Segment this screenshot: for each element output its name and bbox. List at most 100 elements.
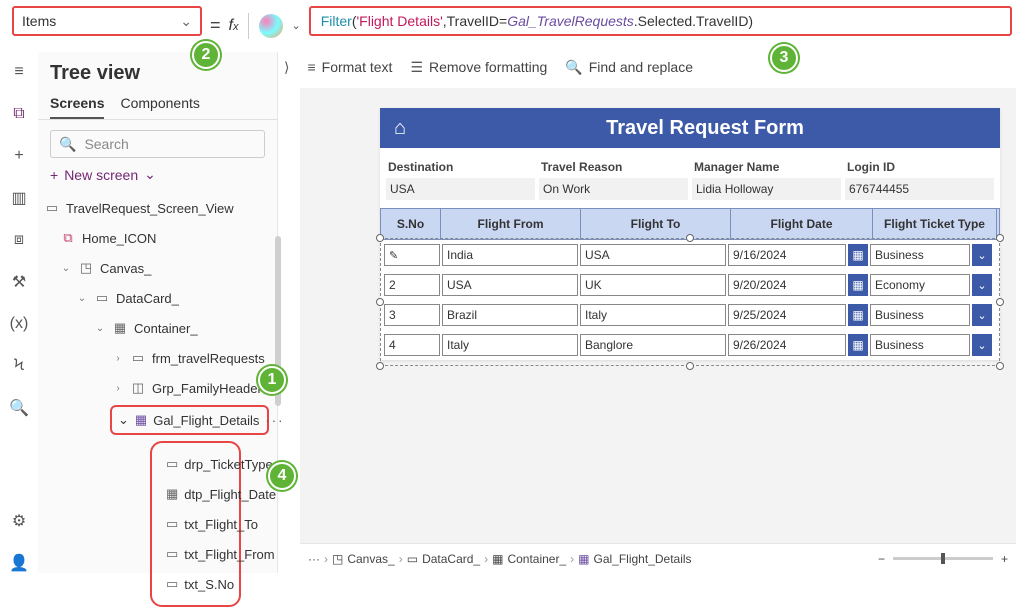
cell-type[interactable]: Business bbox=[870, 304, 970, 326]
tree-node-container[interactable]: ⌄▦Container_ bbox=[38, 313, 277, 343]
cell-from[interactable]: Brazil bbox=[442, 304, 578, 326]
breadcrumb-gallery[interactable]: ▦Gal_Flight_Details bbox=[578, 552, 691, 566]
cell-sno[interactable]: 4 bbox=[384, 334, 440, 356]
tree-search[interactable]: 🔍 Search bbox=[50, 130, 265, 158]
breadcrumb-container[interactable]: ▦Container_ bbox=[492, 552, 566, 566]
resize-handle[interactable] bbox=[376, 362, 384, 370]
calendar-icon[interactable]: ▦ bbox=[848, 304, 868, 326]
cell-sno[interactable]: ✎ bbox=[384, 244, 440, 266]
media-icon[interactable]: ⧈ bbox=[9, 230, 29, 250]
resize-handle[interactable] bbox=[996, 362, 1004, 370]
left-rail: ≡ ⧉ + ▥ ⧈ ⚒ (x) Ϟ 🔍 ⚙ 👤 bbox=[0, 52, 38, 573]
calendar-icon[interactable]: ▦ bbox=[848, 244, 868, 266]
find-replace-button[interactable]: 🔍Find and replace bbox=[565, 59, 693, 76]
fx-icon[interactable]: fx bbox=[229, 17, 239, 35]
textinput-icon: ▭ bbox=[166, 546, 178, 562]
tab-screens[interactable]: Screens bbox=[50, 95, 104, 119]
cell-from[interactable]: USA bbox=[442, 274, 578, 296]
tree-node-screen[interactable]: ▭TravelRequest_Screen_View bbox=[38, 193, 277, 223]
cell-from[interactable]: Italy bbox=[442, 334, 578, 356]
tree-node-form[interactable]: ›▭frm_travelRequests bbox=[38, 343, 277, 373]
chevron-down-icon[interactable]: ⌄ bbox=[972, 274, 992, 296]
advanced-tools-icon[interactable]: Ϟ bbox=[9, 356, 29, 376]
power-automate-icon[interactable]: ⚒ bbox=[9, 272, 29, 292]
cell-sno[interactable]: 3 bbox=[384, 304, 440, 326]
chevron-down-icon[interactable]: ⌄ bbox=[972, 244, 992, 266]
field-label-reason: Travel Reason bbox=[539, 156, 688, 178]
home-icon[interactable]: ⌂ bbox=[394, 117, 406, 140]
table-row[interactable]: 4ItalyBanglore9/26/2024▦Business⌄ bbox=[380, 330, 1000, 360]
calendar-icon[interactable]: ▦ bbox=[848, 274, 868, 296]
cell-date[interactable]: 9/16/2024 bbox=[728, 244, 846, 266]
table-row[interactable]: 3BrazilItaly9/25/2024▦Business⌄ bbox=[380, 300, 1000, 330]
design-canvas[interactable]: ⌂ Travel Request Form DestinationUSA Tra… bbox=[300, 88, 1016, 543]
search-nav-icon[interactable]: 🔍 bbox=[9, 398, 29, 418]
tree-node-canvas[interactable]: ⌄◳Canvas_ bbox=[38, 253, 277, 283]
chevron-down-icon[interactable]: ⌄ bbox=[291, 19, 300, 32]
formula-fn: Filter bbox=[321, 13, 352, 29]
cell-date[interactable]: 9/26/2024 bbox=[728, 334, 846, 356]
menu-icon[interactable]: ≡ bbox=[9, 62, 29, 82]
variables-icon[interactable]: (x) bbox=[9, 314, 29, 334]
cell-date[interactable]: 9/25/2024 bbox=[728, 304, 846, 326]
cell-to[interactable]: UK bbox=[580, 274, 726, 296]
more-icon[interactable]: ··· bbox=[308, 552, 320, 566]
zoom-in-icon[interactable]: + bbox=[1001, 552, 1008, 566]
add-icon[interactable]: + bbox=[9, 146, 29, 166]
chevron-down-icon[interactable]: ⌄ bbox=[972, 304, 992, 326]
zoom-slider[interactable] bbox=[893, 557, 993, 560]
property-selector[interactable]: Items ⌄ bbox=[12, 6, 202, 36]
chevron-right-icon: › bbox=[324, 552, 328, 566]
tree-node-datacard[interactable]: ⌄▭DataCard_ bbox=[38, 283, 277, 313]
more-icon[interactable]: ··· bbox=[265, 413, 284, 428]
tree-node-textinput-from[interactable]: ▭txt_Flight_From bbox=[152, 539, 239, 569]
tree-node-datepicker[interactable]: ▦dtp_Flight_Date bbox=[152, 479, 239, 509]
tree-panel: Tree view Screens Components 🔍 Search + … bbox=[38, 52, 278, 573]
cell-type[interactable]: Business bbox=[870, 244, 970, 266]
cell-date[interactable]: 9/20/2024 bbox=[728, 274, 846, 296]
data-icon[interactable]: ▥ bbox=[9, 188, 29, 208]
chevron-down-icon[interactable]: ⌄ bbox=[972, 334, 992, 356]
cell-sno[interactable]: 2 bbox=[384, 274, 440, 296]
tree-node-gallery-selected[interactable]: ⌄ ▦ Gal_Flight_Details ··· bbox=[110, 405, 269, 435]
tree-node-dropdown[interactable]: ▭drp_TicketType bbox=[152, 449, 239, 479]
cell-type[interactable]: Economy bbox=[870, 274, 970, 296]
cell-to[interactable]: Banglore bbox=[580, 334, 726, 356]
form-icon: ▭ bbox=[130, 350, 146, 366]
gallery-icon: ▦ bbox=[578, 552, 589, 566]
ask-icon[interactable]: 👤 bbox=[9, 553, 29, 573]
format-text-button[interactable]: ≡Format text bbox=[307, 59, 392, 75]
new-screen-button[interactable]: + New screen ⌄ bbox=[50, 166, 265, 183]
cell-from[interactable]: India bbox=[442, 244, 578, 266]
resize-handle[interactable] bbox=[686, 362, 694, 370]
tree-node-textinput-sno[interactable]: ▭txt_S.No bbox=[152, 569, 239, 599]
tree-node-textinput-to[interactable]: ▭txt_Flight_To bbox=[152, 509, 239, 539]
chevron-right-icon: › bbox=[112, 353, 124, 364]
field-value-destination: USA bbox=[386, 178, 535, 200]
remove-formatting-button[interactable]: ☰Remove formatting bbox=[410, 59, 547, 76]
zoom-control[interactable]: − + bbox=[878, 552, 1008, 566]
breadcrumb-canvas[interactable]: ◳Canvas_ bbox=[332, 552, 395, 566]
cell-type[interactable]: Business bbox=[870, 334, 970, 356]
table-row[interactable]: 2USAUK9/20/2024▦Economy⌄ bbox=[380, 270, 1000, 300]
chevron-down-icon: ⌄ bbox=[94, 323, 106, 334]
tab-components[interactable]: Components bbox=[120, 95, 199, 119]
tree-node-group[interactable]: ›◫Grp_FamilyHeaders bbox=[38, 373, 277, 403]
calendar-icon[interactable]: ▦ bbox=[848, 334, 868, 356]
cell-to[interactable]: USA bbox=[580, 244, 726, 266]
zoom-out-icon[interactable]: − bbox=[878, 552, 885, 566]
formula-bar[interactable]: Filter('Flight Details',TravelID=Gal_Tra… bbox=[309, 6, 1012, 36]
tree-view-icon[interactable]: ⧉ bbox=[9, 104, 29, 124]
cell-to[interactable]: Italy bbox=[580, 304, 726, 326]
form-title: Travel Request Form bbox=[424, 117, 986, 140]
settings-icon[interactable]: ⚙ bbox=[9, 511, 29, 531]
copilot-icon[interactable] bbox=[259, 14, 283, 38]
gallery-icon: ▦ bbox=[135, 412, 147, 428]
tree-node-home-icon[interactable]: ⧉Home_ICON bbox=[38, 223, 277, 253]
breadcrumb: ··· › ◳Canvas_ › ▭DataCard_ › ▦Container… bbox=[300, 543, 1016, 573]
tree-group-children: ▭drp_TicketType ▦dtp_Flight_Date ▭txt_Fl… bbox=[150, 441, 241, 607]
table-row[interactable]: ✎IndiaUSA9/16/2024▦Business⌄ bbox=[380, 240, 1000, 270]
breadcrumb-datacard[interactable]: ▭DataCard_ bbox=[407, 552, 480, 566]
textinput-icon: ▭ bbox=[166, 576, 178, 592]
expand-icon[interactable]: ⟩ bbox=[284, 59, 289, 76]
